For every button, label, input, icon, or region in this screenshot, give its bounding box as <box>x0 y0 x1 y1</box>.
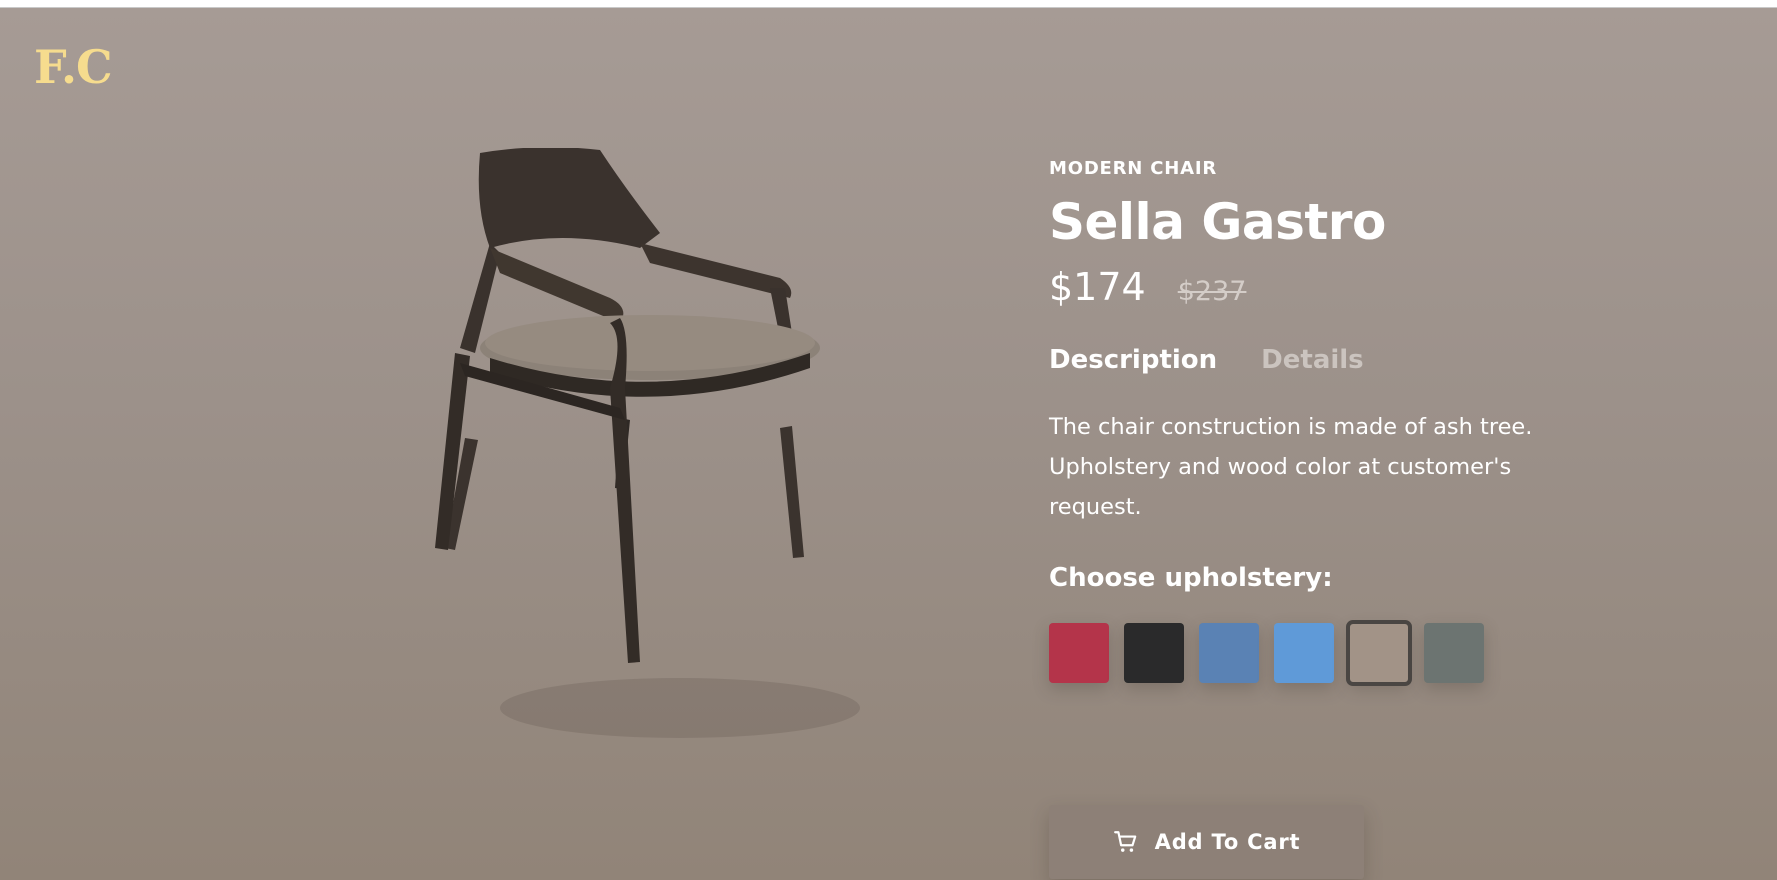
info-tabs: Description Details <box>1049 345 1609 375</box>
product-hero: F.C MODERN CHAIR Sella Gastro $174 $237 … <box>0 7 1777 880</box>
chair-illustration <box>435 147 860 738</box>
tab-description[interactable]: Description <box>1049 345 1217 375</box>
cart-icon <box>1113 831 1136 852</box>
upholstery-swatches <box>1049 620 1609 686</box>
upholstery-label: Choose upholstery: <box>1049 563 1333 593</box>
swatch-light-blue[interactable] <box>1274 623 1334 683</box>
product-category: MODERN CHAIR <box>1049 158 1218 179</box>
swatch-beige[interactable] <box>1346 620 1412 686</box>
product-description: The chair construction is made of ash tr… <box>1049 414 1533 520</box>
swatch-red[interactable] <box>1049 623 1109 683</box>
current-price: $174 <box>1049 265 1146 309</box>
old-price: $237 <box>1177 276 1247 307</box>
price-row: $174 $237 <box>1049 265 1609 309</box>
brand-logo[interactable]: F.C <box>34 40 113 94</box>
product-image-chair <box>430 147 930 768</box>
swatch-grey-green[interactable] <box>1424 623 1484 683</box>
swatch-black[interactable] <box>1124 623 1184 683</box>
add-to-cart-button[interactable]: Add To Cart <box>1049 805 1364 879</box>
product-title: Sella Gastro <box>1049 193 1386 251</box>
product-info: MODERN CHAIR Sella Gastro $174 $237 Desc… <box>1049 158 1609 686</box>
add-to-cart-label: Add To Cart <box>1154 830 1301 854</box>
swatch-denim-blue[interactable] <box>1199 623 1259 683</box>
tab-details[interactable]: Details <box>1261 345 1364 375</box>
